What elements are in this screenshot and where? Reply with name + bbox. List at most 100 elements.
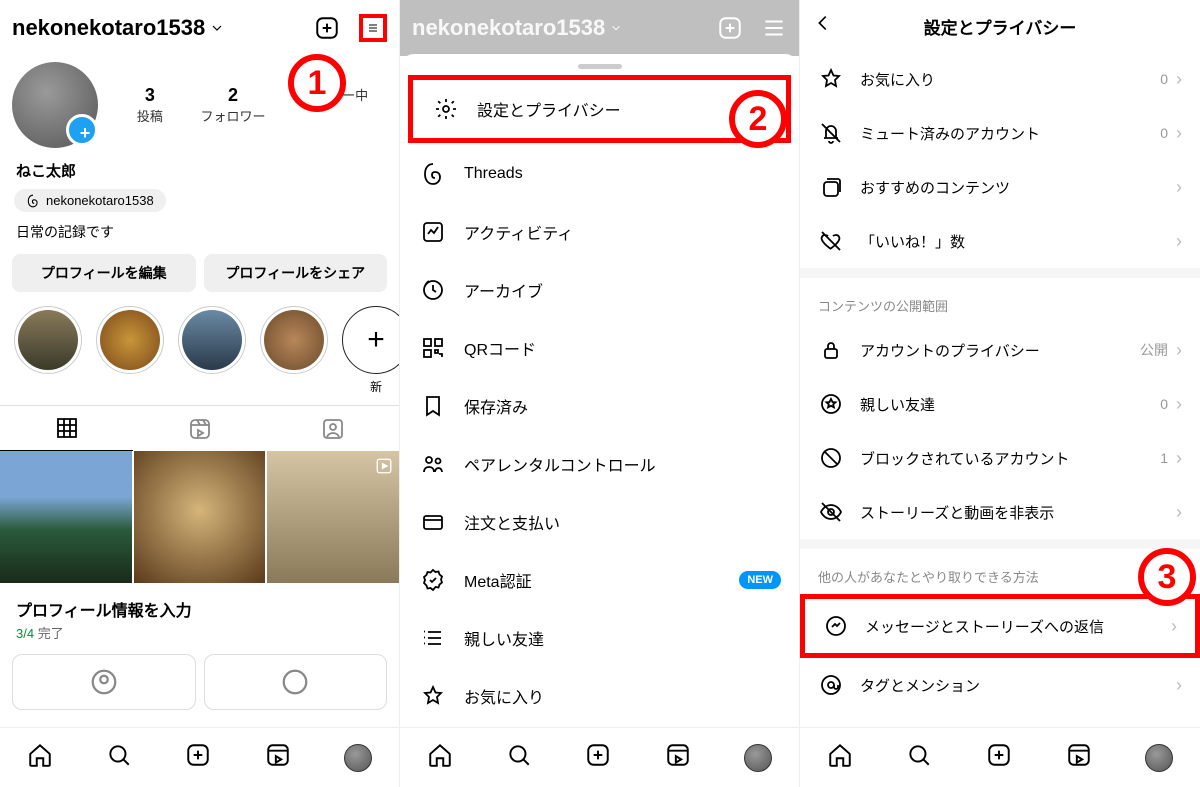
menu-item-parental[interactable]: ペアレンタルコントロール: [400, 435, 799, 493]
dim-username: nekonekotaro1538: [412, 15, 623, 41]
reel-badge-icon: [375, 457, 393, 480]
nav-reels[interactable]: [265, 742, 291, 773]
settings-item-comment[interactable]: コメント›: [800, 712, 1200, 727]
bookmark-icon: [420, 393, 446, 419]
bottom-nav: [0, 727, 399, 787]
nav-profile[interactable]: [344, 744, 372, 772]
profile-avatar[interactable]: +: [12, 62, 98, 148]
back-button[interactable]: [812, 12, 834, 40]
create-post-button[interactable]: [313, 14, 341, 42]
new-highlight-button[interactable]: +: [342, 306, 399, 374]
threads-link[interactable]: nekonekotaro1538: [14, 189, 166, 212]
reels-stack-icon: [818, 174, 844, 200]
settings-item-at[interactable]: タグとメンション›: [800, 658, 1200, 712]
threads-icon: [26, 194, 40, 208]
settings-item-bell-off[interactable]: ミュート済みのアカウント0›: [800, 106, 1200, 160]
post-thumbnail[interactable]: [134, 451, 266, 583]
section-header: コンテンツの公開範囲: [800, 278, 1200, 323]
lock-icon: [818, 337, 844, 363]
nav-search[interactable]: [906, 742, 932, 773]
bio-text: 日常の記録です: [0, 218, 399, 254]
star-icon: [818, 66, 844, 92]
settings-item-block[interactable]: ブロックされているアカウント1›: [800, 431, 1200, 485]
settings-item-heart-off[interactable]: 「いいね！」数›: [800, 214, 1200, 268]
messenger-icon: [823, 613, 849, 639]
bottom-nav: [400, 727, 799, 787]
bottom-nav: [800, 727, 1200, 787]
nav-search[interactable]: [106, 742, 132, 773]
settings-item-lock[interactable]: アカウントのプライバシー公開›: [800, 323, 1200, 377]
share-profile-button[interactable]: プロフィールをシェア: [204, 254, 388, 292]
chevron-down-icon: [209, 20, 225, 36]
nav-search[interactable]: [506, 742, 532, 773]
nav-profile[interactable]: [1145, 744, 1173, 772]
post-thumbnail[interactable]: [0, 451, 132, 583]
menu-item-verified[interactable]: Meta認証NEW: [400, 551, 799, 609]
nav-create[interactable]: [585, 742, 611, 773]
panel-settings: 設定とプライバシー お気に入り0›ミュート済みのアカウント0›おすすめのコンテン…: [800, 0, 1200, 787]
panel-profile: nekonekotaro1538 1 + 3 投稿 2: [0, 0, 400, 787]
create-icon: [717, 15, 743, 41]
edit-profile-button[interactable]: プロフィールを編集: [12, 254, 196, 292]
post-thumbnail[interactable]: [267, 451, 399, 583]
menu-item-list[interactable]: 親しい友達: [400, 609, 799, 667]
sheet-handle[interactable]: [578, 64, 622, 69]
parental-icon: [420, 451, 446, 477]
nav-profile[interactable]: [744, 744, 772, 772]
info-card[interactable]: [12, 654, 196, 710]
hamburger-menu-button[interactable]: [359, 14, 387, 42]
menu-item-qr[interactable]: QRコード: [400, 319, 799, 377]
nav-create[interactable]: [185, 742, 211, 773]
callout-2: 2: [729, 90, 787, 148]
new-badge: NEW: [739, 571, 781, 589]
nav-home[interactable]: [827, 742, 853, 773]
gear-icon: [433, 96, 459, 122]
panel-menu: nekonekotaro1538 設定とプライバシーThreadsアクティビティ…: [400, 0, 800, 787]
activity-icon: [420, 219, 446, 245]
menu-item-archive[interactable]: アーカイブ: [400, 261, 799, 319]
profile-info-progress: 3/4 完了: [16, 623, 383, 642]
star-icon: [420, 683, 446, 709]
star-circle-icon: [818, 391, 844, 417]
nav-reels[interactable]: [1066, 742, 1092, 773]
nav-home[interactable]: [427, 742, 453, 773]
settings-title: 設定とプライバシー: [924, 14, 1077, 39]
nav-create[interactable]: [986, 742, 1012, 773]
threads-icon: [420, 161, 446, 187]
posts-grid: [0, 451, 399, 583]
qr-icon: [420, 335, 446, 361]
at-icon: [818, 672, 844, 698]
list-icon: [420, 625, 446, 651]
bell-off-icon: [818, 120, 844, 146]
stat-followers[interactable]: 2 フォロワー: [200, 85, 265, 125]
nav-home[interactable]: [27, 742, 53, 773]
story-highlights[interactable]: +新: [0, 306, 399, 405]
menu-item-activity[interactable]: アクティビティ: [400, 203, 799, 261]
settings-item-eye-off[interactable]: ストーリーズと動画を非表示›: [800, 485, 1200, 539]
archive-icon: [420, 277, 446, 303]
settings-item-star[interactable]: お気に入り0›: [800, 52, 1200, 106]
profile-info-title: プロフィール情報を入力: [16, 597, 383, 621]
menu-item-card[interactable]: 注文と支払い: [400, 493, 799, 551]
callout-3: 3: [1138, 548, 1196, 606]
tab-reels[interactable]: [133, 406, 266, 451]
block-icon: [818, 445, 844, 471]
settings-item-messenger[interactable]: メッセージとストーリーズへの返信›: [800, 594, 1200, 658]
menu-item-threads[interactable]: Threads: [400, 145, 799, 203]
tab-grid[interactable]: [0, 406, 133, 451]
display-name: ねこ太郎: [0, 158, 399, 183]
eye-off-icon: [818, 499, 844, 525]
heart-off-icon: [818, 228, 844, 254]
tab-tagged[interactable]: [266, 406, 399, 451]
username-text: nekonekotaro1538: [12, 15, 205, 41]
callout-1: 1: [288, 54, 346, 112]
settings-item-reels-stack[interactable]: おすすめのコンテンツ›: [800, 160, 1200, 214]
stat-posts[interactable]: 3 投稿: [137, 85, 163, 125]
nav-reels[interactable]: [665, 742, 691, 773]
menu-item-star[interactable]: お気に入り: [400, 667, 799, 725]
username-dropdown[interactable]: nekonekotaro1538: [12, 15, 225, 41]
settings-item-star-circle[interactable]: 親しい友達0›: [800, 377, 1200, 431]
info-card[interactable]: [204, 654, 388, 710]
menu-item-bookmark[interactable]: 保存済み: [400, 377, 799, 435]
card-icon: [420, 509, 446, 535]
